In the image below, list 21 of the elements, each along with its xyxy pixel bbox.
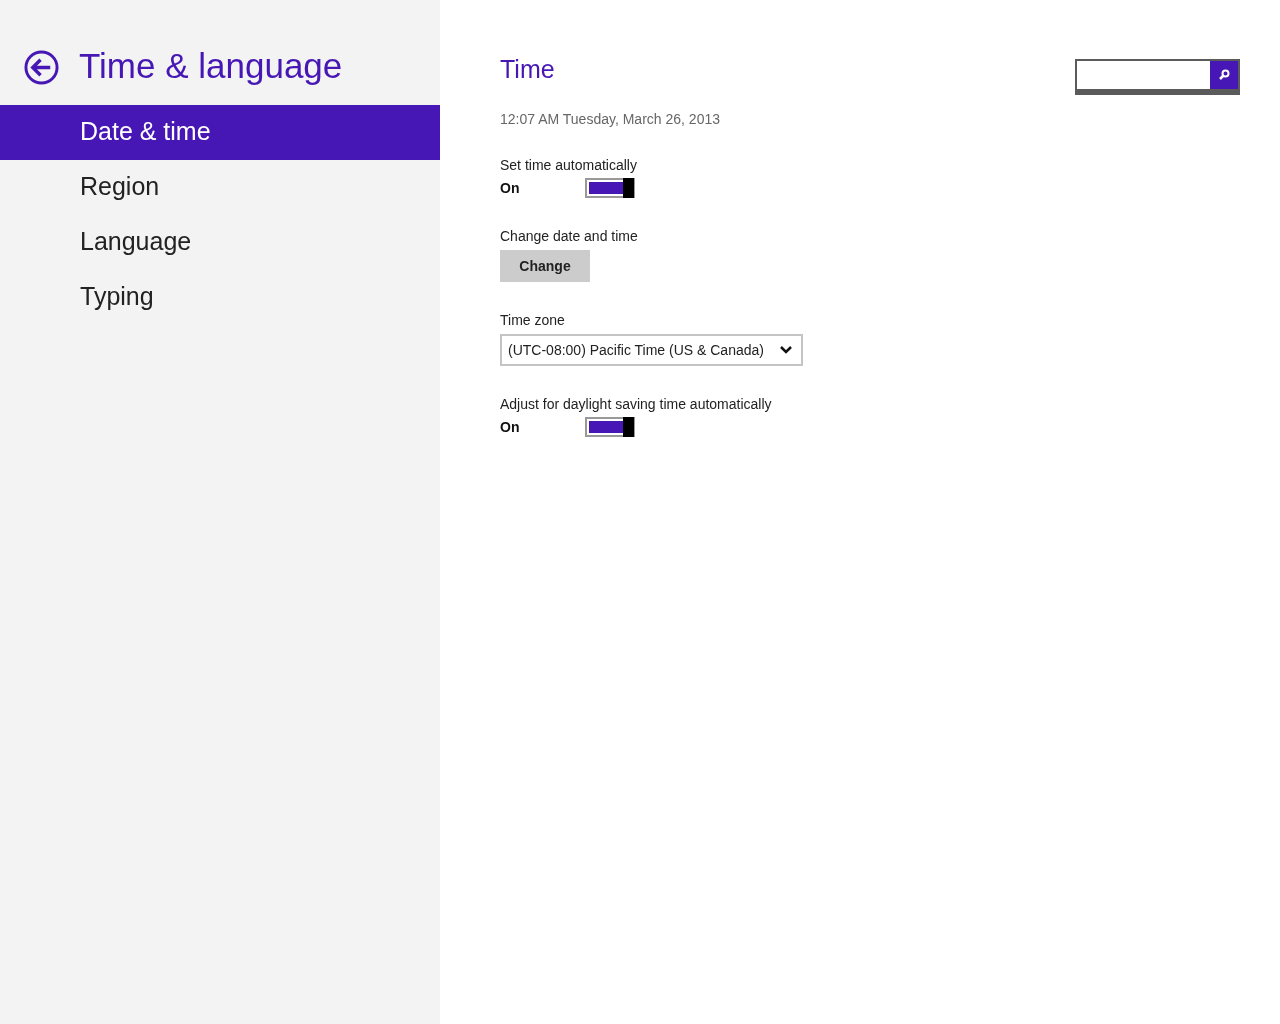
current-time-text: 12:07 AM Tuesday, March 26, 2013 xyxy=(500,111,721,127)
nav-item[interactable]: Language xyxy=(0,215,440,270)
setting-label: Change date and time xyxy=(500,228,639,244)
toggle-state-text: On xyxy=(500,419,521,435)
search-icon xyxy=(1218,69,1230,81)
search-button[interactable] xyxy=(1210,61,1238,89)
page-title: Time & language xyxy=(79,45,343,87)
toggle-state-text: On xyxy=(500,180,521,196)
setting-label: Time zone xyxy=(500,312,566,328)
change-button[interactable]: Change xyxy=(500,250,590,282)
nav-item[interactable]: Date & time xyxy=(0,105,440,160)
search-field[interactable] xyxy=(1075,59,1240,95)
toggle-switch[interactable] xyxy=(585,417,635,437)
setting-label: Adjust for daylight saving time automatically xyxy=(500,396,773,412)
nav-item[interactable]: Typing xyxy=(0,270,440,325)
toggle-switch[interactable] xyxy=(585,178,635,198)
setting-label: Set time automatically xyxy=(500,157,638,173)
chevron-down-icon xyxy=(779,345,793,355)
time-zone-dropdown[interactable]: (UTC-08:00) Pacific Time (US & Canada) xyxy=(500,334,803,366)
nav-item[interactable]: Region xyxy=(0,160,440,215)
section-heading: Time xyxy=(500,55,555,84)
